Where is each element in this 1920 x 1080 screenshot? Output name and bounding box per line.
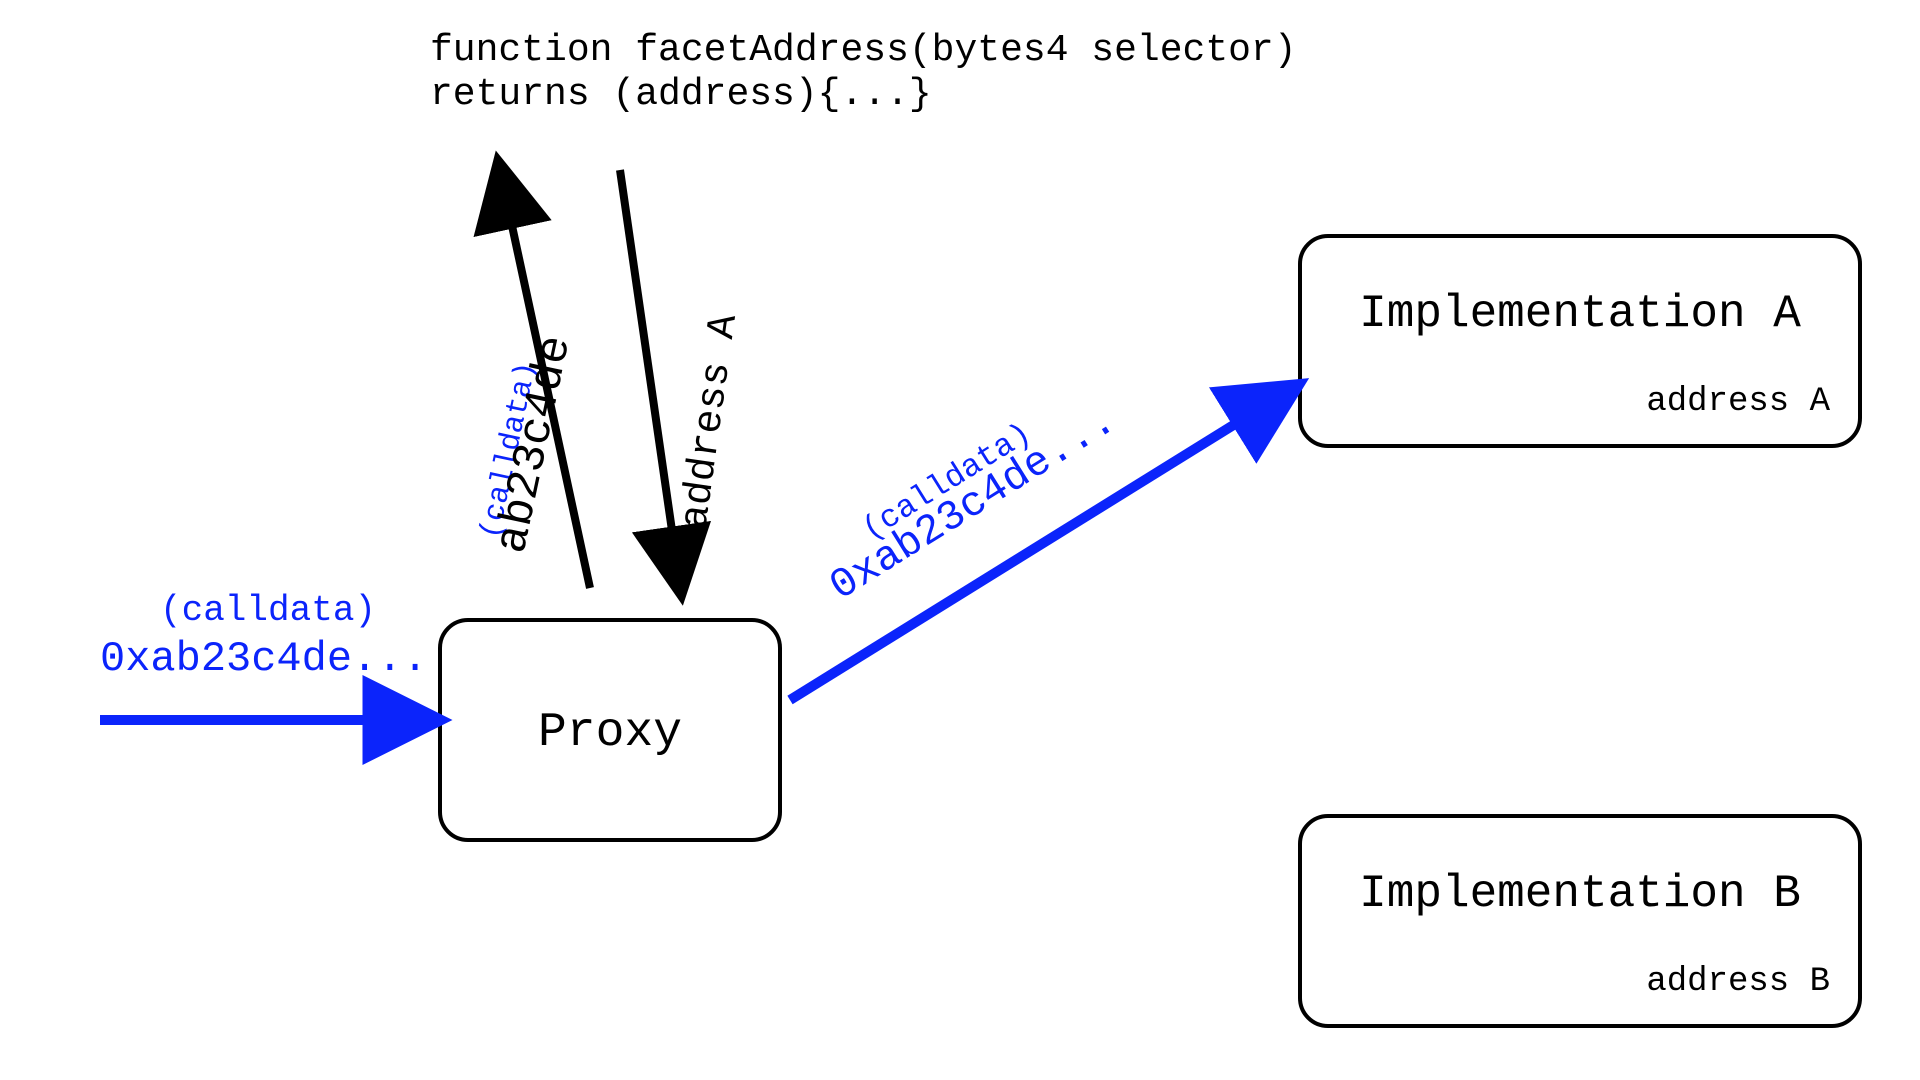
implementation-b-sub: address B [1646,963,1830,1001]
return-address-arrow [620,170,680,586]
function-signature-line-2: returns (address){...} [430,73,932,116]
implementation-a-title: Implementation A [1359,288,1801,340]
implementation-b-title: Implementation B [1359,868,1801,920]
incoming-calldata-label: (calldata) [160,590,376,631]
delegate-calldata-value: 0xab23c4de... [821,397,1124,611]
proxy-label: Proxy [538,706,682,760]
return-address-value: address A [673,312,748,532]
incoming-calldata-value: 0xab23c4de... [100,635,428,683]
implementation-a-sub: address A [1646,383,1830,421]
diagram-canvas: function facetAddress(bytes4 selector) r… [0,0,1920,1080]
function-signature-line-1: function facetAddress(bytes4 selector) [430,29,1297,72]
